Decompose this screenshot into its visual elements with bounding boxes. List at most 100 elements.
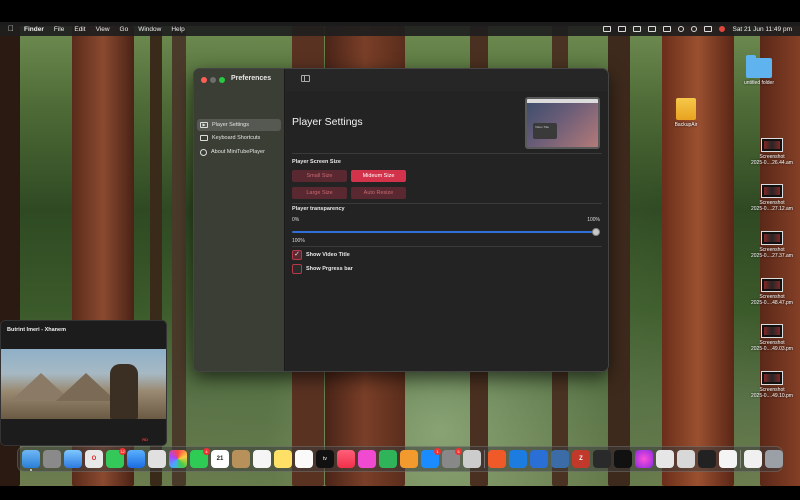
flower-app-icon[interactable] — [635, 450, 653, 468]
vpn-icon[interactable] — [593, 450, 611, 468]
mini-player-window[interactable]: Butrint Imeri - Xhanem RD — [0, 320, 167, 446]
keyboard-icon — [200, 135, 208, 141]
downloads-stack-icon[interactable] — [744, 450, 762, 468]
desktop-icon-sublabel: 2025-0....48.47.pm — [751, 300, 793, 306]
video-title: Butrint Imeri - Xhanem — [7, 327, 66, 333]
desktop-icon-screenshot[interactable]: Screenshot 2025-0....49.10.pm — [746, 371, 798, 399]
desktop-icon-screenshot[interactable]: Screenshot 2025-0....27.37.am — [746, 231, 798, 259]
display-icon[interactable] — [633, 26, 642, 32]
window-titlebar[interactable]: Preferences — [194, 69, 608, 91]
auto-resize-button[interactable]: Auto Resize — [351, 187, 406, 199]
menu-file[interactable]: File — [54, 26, 64, 33]
menu-app-name[interactable]: Finder — [24, 26, 44, 33]
swift-icon[interactable] — [488, 450, 506, 468]
menu-help[interactable]: Help — [171, 26, 184, 33]
menu-bar:  Finder File Edit View Go Window Help S… — [0, 22, 800, 36]
launchpad-icon[interactable] — [43, 450, 61, 468]
transparency-slider-knob[interactable] — [592, 228, 600, 236]
sidebar-item-about[interactable]: About MiniTubePlayer — [197, 146, 281, 158]
menu-window[interactable]: Window — [138, 26, 161, 33]
calendar-icon[interactable]: 21 — [211, 450, 229, 468]
photos-icon[interactable] — [169, 450, 187, 468]
close-button[interactable] — [201, 77, 207, 83]
desktop-icon-drive[interactable]: BackupAir — [660, 98, 712, 128]
divider — [292, 153, 602, 154]
xcode-icon[interactable] — [509, 450, 527, 468]
small-size-button[interactable]: Small Size — [292, 170, 347, 182]
menu-go[interactable]: Go — [120, 26, 129, 33]
instruments-icon[interactable] — [530, 450, 548, 468]
screen-icon[interactable] — [603, 26, 612, 32]
apple-menu-icon[interactable]:  — [8, 25, 16, 33]
simulator-icon[interactable] — [551, 450, 569, 468]
blank-app-icon[interactable] — [677, 450, 695, 468]
notification-badge: 12 — [119, 448, 126, 455]
battery-icon[interactable] — [663, 26, 672, 32]
utility-icon[interactable] — [463, 450, 481, 468]
app-store-icon[interactable]: 1 — [421, 448, 441, 468]
menu-edit[interactable]: Edit — [74, 26, 85, 33]
show-video-title-checkbox[interactable]: ✓ — [292, 250, 302, 260]
desktop-icon-screenshot[interactable]: Screenshot 2025-0....48.47.pm — [746, 278, 798, 306]
screen-size-label: Player Screen Size — [292, 159, 341, 165]
clock[interactable]: Sat 21 Jun 11:49 pm — [732, 26, 792, 33]
filezilla-icon[interactable]: Z — [572, 450, 590, 468]
show-progress-bar-label[interactable]: Show Prgress bar — [306, 266, 353, 272]
numbers-icon[interactable] — [379, 450, 397, 468]
contacts-icon[interactable] — [232, 450, 250, 468]
video-watermark: RD — [142, 437, 148, 442]
system-settings-icon[interactable]: 5 — [442, 448, 462, 468]
status-area: Sat 21 Jun 11:49 pm — [603, 22, 792, 36]
page-title: Player Settings — [292, 116, 363, 128]
podcasts-icon[interactable] — [358, 450, 376, 468]
trash-icon[interactable] — [765, 450, 783, 468]
screenshot-thumbnail-icon — [761, 231, 783, 245]
messages-icon[interactable]: 12 — [106, 448, 126, 468]
desktop-icon-screenshot[interactable]: Screenshot 2025-0....26.44.am — [746, 138, 798, 166]
minimize-button[interactable] — [210, 77, 216, 83]
maps-icon[interactable] — [148, 450, 166, 468]
desktop-icon-folder[interactable]: untitled folder — [733, 55, 785, 86]
freeform-icon[interactable] — [295, 450, 313, 468]
pages-icon[interactable] — [400, 450, 418, 468]
show-progress-bar-checkbox[interactable] — [292, 264, 302, 274]
monitor-icon[interactable] — [698, 450, 716, 468]
zoom-button[interactable] — [219, 77, 225, 83]
transparency-slider-track[interactable] — [292, 231, 596, 233]
opera-icon[interactable]: O — [85, 450, 103, 468]
bottom-letterbox — [0, 486, 800, 500]
mirror-icon[interactable] — [648, 26, 657, 32]
video-person — [110, 364, 138, 419]
music-icon[interactable] — [337, 450, 355, 468]
control-center-icon[interactable] — [704, 26, 713, 32]
search-icon[interactable] — [691, 26, 698, 32]
notes-icon[interactable] — [274, 450, 292, 468]
menu-view[interactable]: View — [96, 26, 110, 33]
medium-size-button[interactable]: Mideum Size — [351, 170, 406, 182]
show-video-title-label[interactable]: Show Video Title — [306, 252, 350, 258]
terminal-icon[interactable] — [614, 450, 632, 468]
mail-icon[interactable] — [127, 450, 145, 468]
large-size-button[interactable]: Large Size — [292, 187, 347, 199]
safari-icon[interactable] — [64, 450, 82, 468]
screenshot-thumbnail-icon — [761, 184, 783, 198]
apple-tv-icon[interactable]: tv — [316, 450, 334, 468]
desktop-icon-screenshot[interactable]: Screenshot 2025-0....49.03.pm — [746, 324, 798, 352]
finder-icon[interactable] — [22, 450, 40, 471]
sidebar-item-keyboard-shortcuts[interactable]: Keyboard Shortcuts — [197, 132, 281, 144]
wifi-icon[interactable] — [678, 26, 685, 32]
notification-badge: 5 — [455, 448, 462, 455]
video-frame[interactable] — [1, 349, 166, 419]
preferences-window: ▶ Player Settings Keyboard Shortcuts Abo… — [193, 68, 609, 372]
sidebar-item-player-settings[interactable]: ▶ Player Settings — [197, 119, 281, 131]
facetime-icon[interactable]: 4 — [190, 448, 210, 468]
sound-app-icon[interactable] — [656, 450, 674, 468]
sidebar-toggle-icon[interactable] — [301, 75, 310, 82]
mountain-shape — [56, 373, 116, 401]
window-icon[interactable] — [618, 26, 627, 32]
desktop-icon-screenshot[interactable]: Screenshot 2025-0....27.12.am — [746, 184, 798, 212]
reminders-icon[interactable] — [253, 450, 271, 468]
preview-icon[interactable] — [719, 450, 737, 468]
desktop-icon-label: untitled folder — [743, 80, 775, 86]
siri-icon[interactable] — [719, 26, 726, 32]
